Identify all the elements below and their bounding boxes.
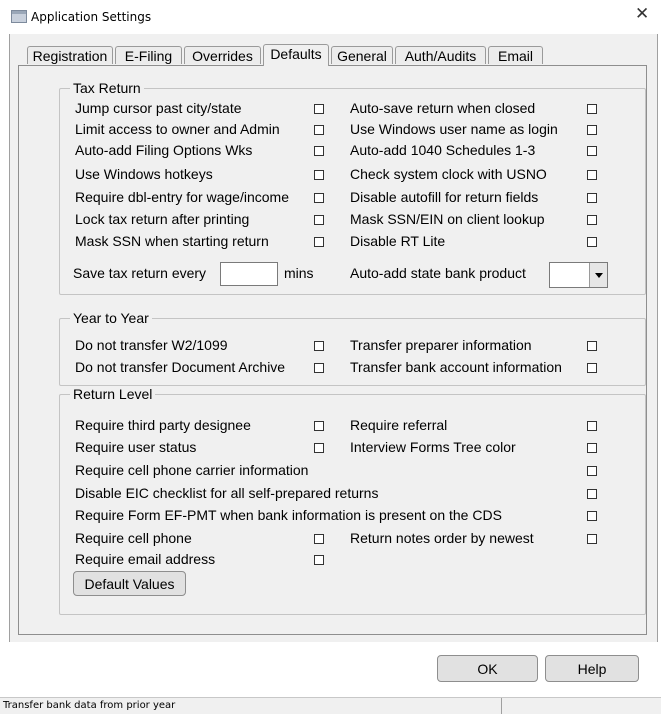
tax-return-left-1-label: Limit access to owner and Admin [75,121,280,137]
settings-window-icon [11,10,27,23]
require-referral-checkbox[interactable] [587,421,597,431]
tax-return-right-4-label: Disable autofill for return fields [350,189,539,205]
third-party-designee-checkbox[interactable] [314,421,324,431]
chevron-down-icon [595,273,603,278]
window-title: Application Settings [31,10,152,24]
tax-return-right-6-label: Disable RT Lite [350,233,446,249]
tax-return-left-2-checkbox[interactable] [314,146,324,156]
status-bar: Transfer bank data from prior year [0,697,661,714]
tax-return-left-3-checkbox[interactable] [314,170,324,180]
require-email-label: Require email address [75,551,216,567]
tax-return-left-0-checkbox[interactable] [314,104,324,114]
tax-return-right-2-checkbox[interactable] [587,146,597,156]
require-referral-label: Require referral [350,417,448,433]
state-bank-label: Auto-add state bank product [350,265,526,281]
require-cell-phone-label: Require cell phone [75,530,192,546]
status-divider [501,698,502,714]
require-email-checkbox[interactable] [314,555,324,565]
title-bar: Application Settings ✕ [0,0,661,32]
year-to-year-right-1-checkbox[interactable] [587,363,597,373]
tab-general[interactable]: General [331,46,393,64]
tax-return-right-2-label: Auto-add 1040 Schedules 1-3 [350,142,536,158]
tax-return-right-1-checkbox[interactable] [587,125,597,135]
tax-return-right-0-label: Auto-save return when closed [350,100,536,116]
ef-pmt-label: Require Form EF-PMT when bank informatio… [75,507,502,523]
require-user-status-label: Require user status [75,439,197,455]
tax-return-right-3-checkbox[interactable] [587,170,597,180]
tax-return-right-4-checkbox[interactable] [587,193,597,203]
tax-return-left-6-checkbox[interactable] [314,237,324,247]
tax-return-right-0-checkbox[interactable] [587,104,597,114]
tax-return-right-5-label: Mask SSN/EIN on client lookup [350,211,545,227]
save-interval-input[interactable] [220,262,278,286]
tax-return-right-3-label: Check system clock with USNO [350,166,547,182]
disable-eic-label: Disable EIC checklist for all self-prepa… [75,485,379,501]
year-to-year-left-0-checkbox[interactable] [314,341,324,351]
save-interval-label: Save tax return every [73,265,207,281]
tab-defaults[interactable]: Defaults [263,44,329,66]
ef-pmt-checkbox[interactable] [587,511,597,521]
year-to-year-right-1-label: Transfer bank account information [350,359,562,375]
status-text: Transfer bank data from prior year [3,700,176,711]
tax-return-left-4-label: Require dbl-entry for wage/income [75,189,289,205]
tax-return-right-6-checkbox[interactable] [587,237,597,247]
tab-overrides[interactable]: Overrides [184,46,261,64]
tax-return-left-5-checkbox[interactable] [314,215,324,225]
tax-return-legend: Tax Return [70,80,144,96]
year-to-year-right-0-checkbox[interactable] [587,341,597,351]
tax-return-left-6-label: Mask SSN when starting return [75,233,269,249]
tab-email[interactable]: Email [488,46,543,64]
tax-return-left-4-checkbox[interactable] [314,193,324,203]
state-bank-dropdown[interactable] [549,262,608,288]
tax-return-left-1-checkbox[interactable] [314,125,324,135]
notes-order-checkbox[interactable] [587,534,597,544]
year-to-year-right-0-label: Transfer preparer information [350,337,532,353]
notes-order-label: Return notes order by newest [350,530,534,546]
help-button[interactable]: Help [545,655,639,682]
tax-return-left-2-label: Auto-add Filing Options Wks [75,142,253,158]
dropdown-button[interactable] [589,263,607,287]
close-icon[interactable]: ✕ [635,4,649,24]
forms-tree-color-label: Interview Forms Tree color [350,439,516,455]
third-party-designee-label: Require third party designee [75,417,251,433]
tab-auth-audits[interactable]: Auth/Audits [395,46,486,64]
default-values-button[interactable]: Default Values [73,571,186,596]
require-user-status-checkbox[interactable] [314,443,324,453]
year-to-year-left-1-checkbox[interactable] [314,363,324,373]
require-cell-phone-checkbox[interactable] [314,534,324,544]
cell-carrier-label: Require cell phone carrier information [75,462,309,478]
tax-return-left-0-label: Jump cursor past city/state [75,100,242,116]
tax-return-left-5-label: Lock tax return after printing [75,211,250,227]
forms-tree-color-checkbox[interactable] [587,443,597,453]
tax-return-left-3-label: Use Windows hotkeys [75,166,213,182]
mins-label: mins [284,265,314,281]
ok-button[interactable]: OK [437,655,538,682]
tax-return-right-5-checkbox[interactable] [587,215,597,225]
tab-registration[interactable]: Registration [27,46,113,64]
cell-carrier-checkbox[interactable] [587,466,597,476]
year-to-year-left-0-label: Do not transfer W2/1099 [75,337,228,353]
tax-return-right-1-label: Use Windows user name as login [350,121,558,137]
disable-eic-checkbox[interactable] [587,489,597,499]
year-to-year-legend: Year to Year [70,310,152,326]
year-to-year-left-1-label: Do not transfer Document Archive [75,359,286,375]
tab-e-filing[interactable]: E-Filing [115,46,182,64]
return-level-legend: Return Level [70,386,156,402]
